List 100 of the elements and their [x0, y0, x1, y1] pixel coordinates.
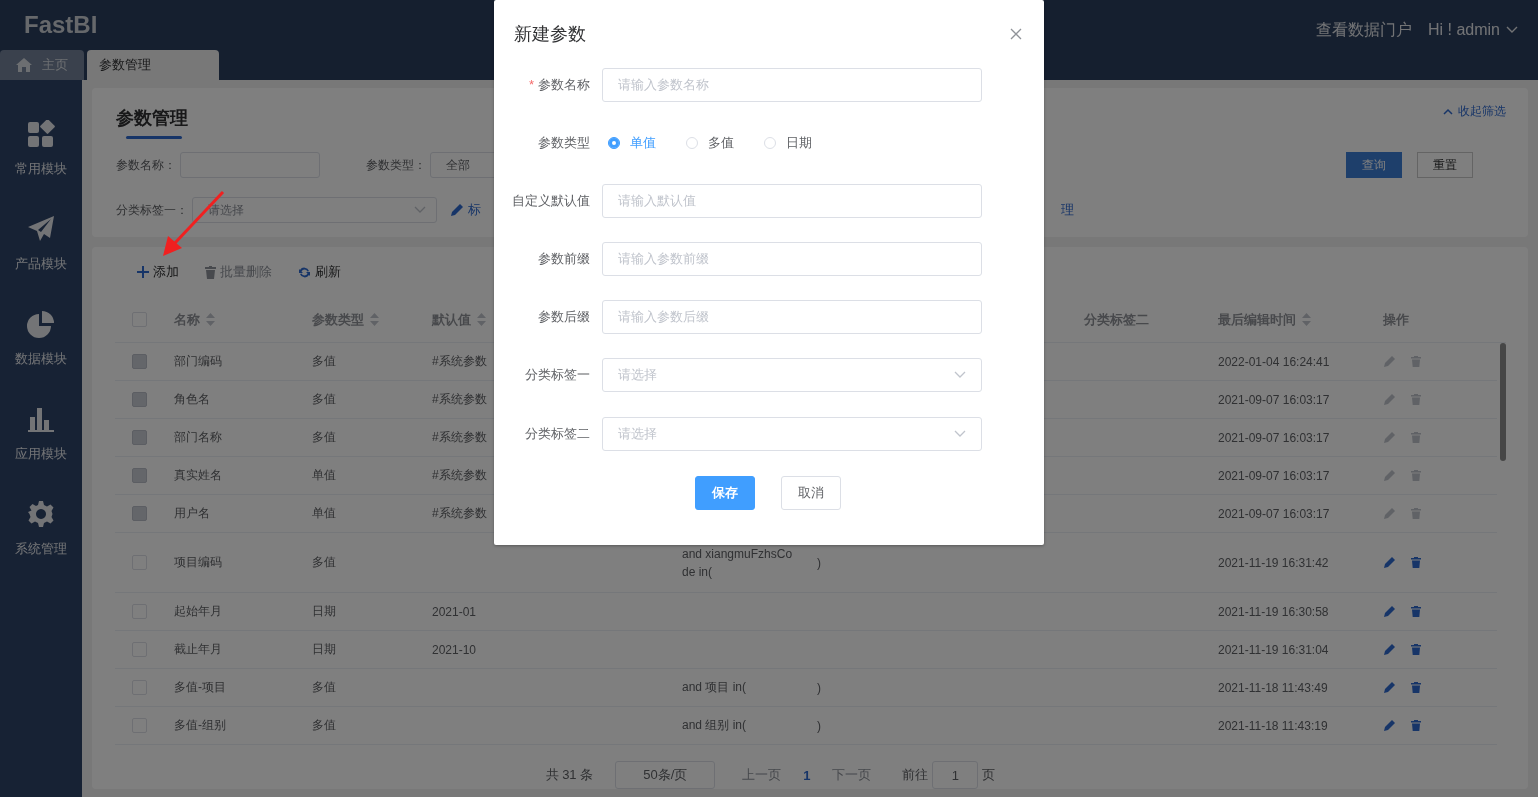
add-button[interactable]: 添加 [137, 263, 179, 281]
radio-option[interactable]: 多值 [686, 134, 734, 152]
sidebar-item[interactable]: 常用模块 [0, 120, 82, 215]
sort-icon [477, 313, 486, 326]
trash-icon[interactable] [1411, 720, 1421, 731]
trash-icon[interactable] [1411, 394, 1421, 405]
sort-icon [1302, 313, 1311, 326]
table-cell: 多值 [312, 353, 336, 370]
table-cell: #系统参数 [432, 429, 487, 446]
paper-plane-icon [27, 215, 55, 243]
edit-icon[interactable] [1383, 507, 1395, 520]
settings-icon [27, 500, 55, 528]
edit-icon[interactable] [1383, 469, 1395, 482]
table-cell: 2021-09-07 16:03:17 [1218, 430, 1330, 445]
total-count: 共 31 条 [545, 766, 594, 784]
trash-icon [205, 265, 216, 279]
trash-icon[interactable] [1411, 644, 1421, 655]
goto-label: 前往 [902, 766, 929, 784]
refresh-button[interactable]: 刷新 [298, 263, 341, 281]
plus-icon [137, 266, 149, 278]
trash-icon[interactable] [1411, 606, 1421, 617]
table-cell: ) [817, 555, 821, 570]
table-cell: 真实姓名 [174, 467, 222, 484]
table-cell: #系统参数 [432, 467, 487, 484]
page-number[interactable]: 1 [798, 767, 816, 783]
form-label: 分类标签二 [524, 425, 591, 443]
edit-icon[interactable] [1383, 556, 1395, 569]
tab[interactable]: 参数管理 [87, 50, 219, 80]
table-cell: 2021-11-18 11:43:19 [1218, 718, 1328, 733]
select-field[interactable]: 请选择 [602, 358, 982, 392]
radio-option[interactable]: 单值 [608, 134, 656, 152]
input-field[interactable]: 请输入默认值 [602, 184, 982, 218]
trash-icon[interactable] [1411, 508, 1421, 519]
home-icon [16, 58, 32, 72]
input-field[interactable]: 请输入参数前缀 [602, 242, 982, 276]
pie-chart-icon [27, 310, 55, 338]
input-field[interactable]: 请输入参数名称 [602, 68, 982, 102]
table-cell: 日期 [312, 603, 336, 620]
query-button[interactable]: 查询 [1346, 152, 1402, 178]
table-cell: 2021-09-07 16:03:17 [1218, 468, 1330, 483]
table-cell: 2021-01 [432, 604, 477, 619]
cancel-button[interactable]: 取消 [781, 476, 841, 510]
trash-icon[interactable] [1411, 557, 1421, 568]
trash-icon[interactable] [1411, 356, 1421, 367]
sidebar-item[interactable]: 产品模块 [0, 215, 82, 310]
table-cell-text: and xiangmuFzhsCo de in( [682, 546, 794, 579]
form-label: 分类标签一 [524, 366, 591, 384]
table-cell: 部门编码 [174, 353, 222, 370]
field-label: 参数名称： [116, 156, 176, 174]
bar-chart-icon [27, 405, 55, 433]
table-cell: 多值 [312, 391, 336, 408]
edit-icon[interactable] [1383, 393, 1395, 406]
edit-icon[interactable] [1383, 719, 1395, 732]
sidebar-item[interactable]: 应用模块 [0, 405, 82, 500]
table-cell: 2021-11-19 16:30:58 [1218, 604, 1329, 619]
dialog-title: 新建参数 [514, 23, 586, 46]
select-field[interactable]: 请选择 [602, 417, 982, 451]
collapse-filter-link[interactable]: 收起筛选 [1443, 100, 1506, 120]
edit-icon[interactable] [1383, 605, 1395, 618]
tag-manage-link[interactable]: 标 [450, 201, 481, 219]
close-icon[interactable] [1010, 28, 1022, 40]
field-label: 分类标签一： [116, 201, 188, 219]
sidebar-item[interactable]: 数据模块 [0, 310, 82, 405]
sort-icon [206, 313, 215, 326]
table-cell: 多值 [312, 717, 336, 734]
edit-icon[interactable] [1383, 355, 1395, 368]
page-suffix: 页 [982, 766, 996, 784]
save-button[interactable]: 保存 [695, 476, 755, 510]
user-menu[interactable]: Hi ! admin [1427, 21, 1518, 39]
reset-button[interactable]: 重置 [1417, 152, 1473, 178]
radio-option[interactable]: 日期 [764, 134, 812, 152]
tag-manage-link[interactable]: 理 [1061, 201, 1074, 219]
table-cell-text: and 组别 in( [682, 717, 748, 734]
form-label: 自定义默认值 [511, 192, 591, 210]
table-cell: 多值 [312, 554, 336, 571]
input-field[interactable]: 请输入参数后缀 [602, 300, 982, 334]
table-cell: 角色名 [174, 391, 210, 408]
table-cell: #系统参数 [432, 391, 487, 408]
table-cell: ) [817, 680, 821, 695]
table-cell: 多值-项目 [174, 679, 226, 696]
page-size-select[interactable]: 50条/页 [615, 761, 716, 789]
table-cell: 项目编码 [174, 554, 222, 571]
table-cell: 部门名称 [174, 429, 222, 446]
table-cell: 单值 [312, 467, 336, 484]
refresh-icon [298, 265, 311, 279]
scrollbar-thumb[interactable] [1500, 343, 1506, 461]
sidebar-item[interactable]: 系统管理 [0, 500, 82, 595]
edit-icon[interactable] [1383, 643, 1395, 656]
page-title: 参数管理 [116, 107, 188, 130]
table-cell: #系统参数 [432, 353, 487, 370]
trash-icon[interactable] [1411, 432, 1421, 443]
sort-icon [370, 313, 379, 326]
goto-page-field[interactable]: 1 [932, 761, 979, 789]
edit-icon[interactable] [1383, 431, 1395, 444]
table-cell: 多值 [312, 429, 336, 446]
table-cell: 用户名 [174, 505, 210, 522]
portal-link[interactable]: 查看数据门户 [1315, 19, 1412, 41]
trash-icon[interactable] [1411, 470, 1421, 481]
edit-icon[interactable] [1383, 681, 1395, 694]
trash-icon[interactable] [1411, 682, 1421, 693]
